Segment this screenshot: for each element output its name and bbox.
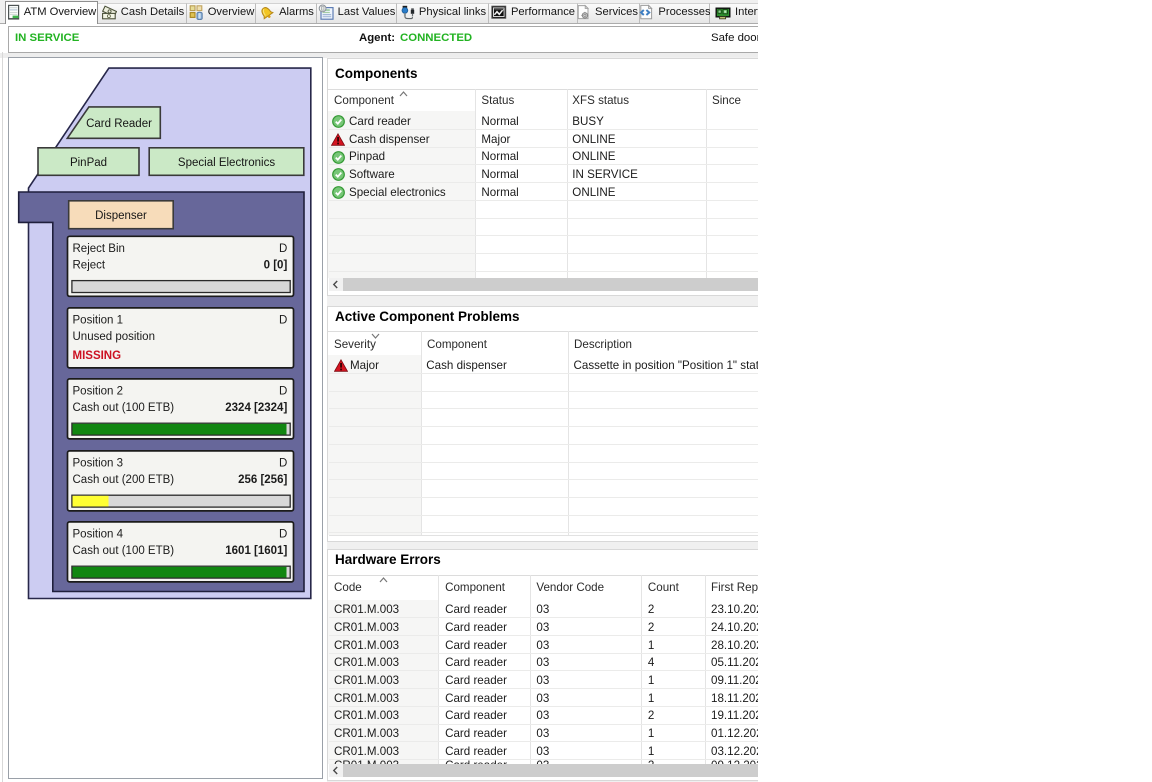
svg-text:Position 2: Position 2: [73, 386, 124, 398]
svg-text:2324 [2324]: 2324 [2324]: [225, 402, 287, 414]
svg-text:Special Electronics: Special Electronics: [178, 157, 275, 169]
svg-text:D: D: [279, 243, 287, 255]
svg-text:PinPad: PinPad: [70, 157, 107, 169]
svg-text:256 [256]: 256 [256]: [238, 474, 287, 486]
svg-text:1601 [1601]: 1601 [1601]: [225, 545, 287, 557]
svg-text:Position 4: Position 4: [73, 529, 124, 541]
svg-text:Position 3: Position 3: [73, 458, 124, 470]
svg-text:D: D: [279, 315, 287, 327]
svg-text:Cash out (100 ETB): Cash out (100 ETB): [73, 545, 175, 557]
svg-text:Reject Bin: Reject Bin: [73, 243, 125, 255]
svg-text:D: D: [279, 458, 287, 470]
svg-text:0 [0]: 0 [0]: [264, 260, 288, 272]
svg-text:Unused position: Unused position: [73, 331, 155, 343]
svg-text:Position 1: Position 1: [73, 315, 124, 327]
svg-text:Reject: Reject: [73, 260, 106, 272]
svg-text:Cash out (200 ETB): Cash out (200 ETB): [73, 474, 175, 486]
svg-text:D: D: [279, 529, 287, 541]
svg-text:Dispenser: Dispenser: [95, 210, 147, 222]
svg-text:MISSING: MISSING: [73, 350, 122, 362]
svg-text:Card Reader: Card Reader: [86, 118, 152, 130]
svg-text:D: D: [279, 386, 287, 398]
svg-text:Cash out (100 ETB): Cash out (100 ETB): [73, 402, 175, 414]
